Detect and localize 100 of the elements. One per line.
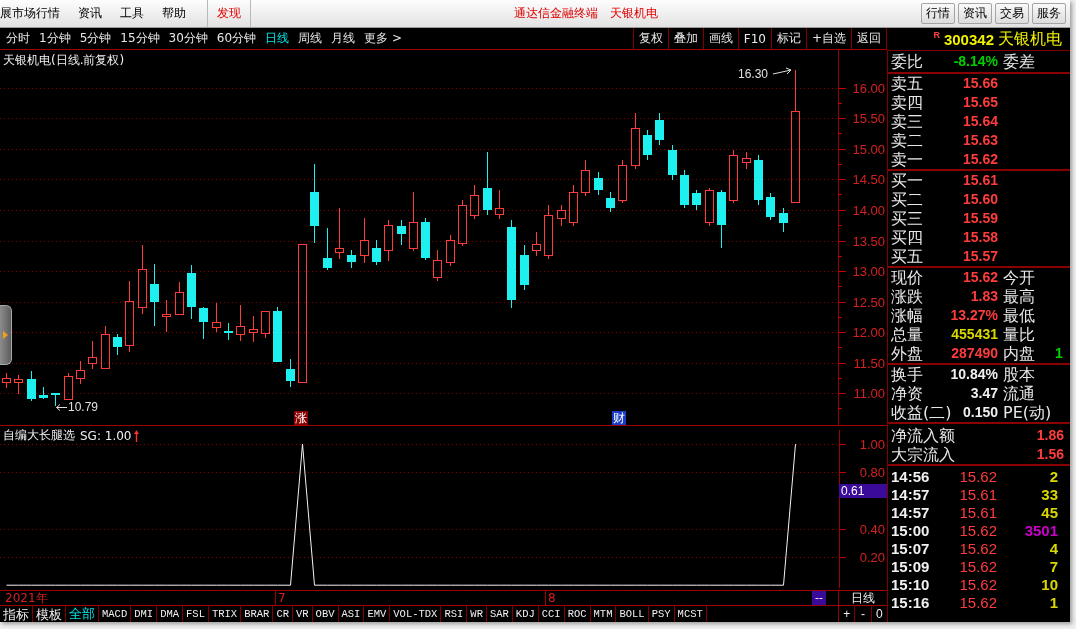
- quote-value: 0.150: [962, 403, 998, 422]
- indicator-tab[interactable]: VR: [293, 606, 313, 622]
- price-axis-label: 14.50: [852, 172, 885, 188]
- candlestick: [483, 151, 492, 216]
- candlestick: [557, 204, 566, 227]
- nav-button[interactable]: 交易: [995, 3, 1029, 24]
- quote-value: 10.84%: [950, 365, 998, 384]
- bid-label: 买三: [891, 209, 923, 228]
- event-marker[interactable]: 涨: [294, 411, 308, 425]
- menu-item[interactable]: 工具: [111, 0, 153, 27]
- period-tab[interactable]: 60分钟: [216, 30, 257, 47]
- quote-value: 1: [1055, 344, 1063, 363]
- menu-item[interactable]: 帮助: [153, 0, 195, 27]
- period-tab[interactable]: 月线: [331, 30, 356, 47]
- candlestick: [692, 189, 701, 211]
- indicator-tab[interactable]: KDJ: [512, 606, 539, 622]
- indicator-tab[interactable]: WR: [467, 606, 487, 622]
- indicator-tab[interactable]: CR: [273, 606, 293, 622]
- indicator-tab[interactable]: EMV: [364, 606, 391, 622]
- period-tab[interactable]: 分时: [6, 30, 30, 47]
- indicator-tab[interactable]: VOL-TDX: [390, 606, 442, 622]
- candlestick: [705, 187, 714, 227]
- candlestick: [64, 372, 73, 401]
- indicator-tab[interactable]: CCI: [538, 606, 565, 622]
- trade-time: 15:07: [891, 540, 930, 558]
- trade-time: 15:09: [891, 558, 930, 576]
- indicator-tab[interactable]: BOLL: [616, 606, 649, 622]
- quote-label: 量比: [1003, 325, 1035, 344]
- price-axis-label: 13.00: [852, 264, 885, 280]
- discover-tab[interactable]: 发现: [207, 0, 251, 27]
- quote-label: 最高: [1003, 287, 1035, 306]
- candlestick: [495, 189, 504, 220]
- indicator-tab[interactable]: SAR: [486, 606, 513, 622]
- period-tab[interactable]: 30分钟: [168, 30, 208, 47]
- indicator-tab[interactable]: MCST: [674, 606, 707, 622]
- indicator-tab[interactable]: MACD: [99, 606, 132, 622]
- menu-item[interactable]: 资讯: [69, 0, 111, 27]
- indicator-tab[interactable]: PSY: [648, 606, 675, 622]
- trade-price: 15.62: [959, 576, 997, 594]
- price-axis-label: 15.50: [852, 111, 885, 127]
- indicator-tab[interactable]: DMA: [157, 606, 184, 622]
- indicator-tab[interactable]: FSL: [183, 606, 209, 622]
- indicator-tab[interactable]: ASI: [338, 606, 365, 622]
- indicator-tab[interactable]: BRAR: [241, 606, 274, 622]
- indicator-tab[interactable]: ROC: [564, 606, 591, 622]
- ask-price: 15.66: [962, 74, 998, 93]
- quote-label: 流通: [1003, 384, 1035, 403]
- flow-value: 1.86: [1036, 426, 1064, 445]
- panel-toggle-button[interactable]: [0, 305, 12, 365]
- indicator-menu-button[interactable]: 模板: [33, 606, 66, 622]
- stock-title: 天银机电: [610, 5, 658, 22]
- period-tab[interactable]: 1分钟: [39, 30, 71, 47]
- indicator-menu-button[interactable]: 指标: [0, 606, 33, 622]
- candlestick: [544, 204, 553, 260]
- indicator-tab[interactable]: OBV: [312, 606, 339, 622]
- quote-label: 股本: [1003, 365, 1035, 384]
- indicator-tab[interactable]: MTM: [590, 606, 617, 622]
- indicator-tab[interactable]: DMI: [131, 606, 158, 622]
- candlestick: [323, 227, 332, 271]
- price-axis-label: 14.00: [852, 203, 885, 218]
- period-tab[interactable]: 5分钟: [79, 30, 112, 47]
- candlestick: [2, 372, 11, 389]
- indicator-tab[interactable]: TRIX: [208, 606, 242, 622]
- ask-price: 15.64: [962, 112, 998, 131]
- price-axis-label: 15.00: [852, 141, 885, 157]
- nav-button[interactable]: 行情: [921, 3, 955, 24]
- price-axis-label: 12.00: [852, 325, 885, 341]
- period-tab[interactable]: 更多 >: [364, 30, 402, 47]
- candlestick: [532, 231, 541, 257]
- quote-label: 涨跌: [891, 287, 923, 306]
- trade-time: 15:16: [891, 594, 930, 612]
- ask-label: 卖五: [891, 74, 923, 93]
- candlestick: [372, 239, 381, 266]
- indicator-tab[interactable]: RSI: [441, 606, 468, 622]
- trade-price: 15.61: [959, 504, 997, 522]
- nav-button[interactable]: 资讯: [958, 3, 992, 24]
- bid-label: 买五: [891, 247, 923, 266]
- candlestick: [581, 159, 590, 197]
- zoom-button[interactable]: -: [854, 606, 871, 622]
- margin-trading-label: R: [933, 30, 940, 40]
- period-tab[interactable]: 15分钟: [120, 30, 160, 47]
- nav-button[interactable]: 服务: [1032, 3, 1066, 24]
- quote-value: 455431: [951, 325, 998, 344]
- trade-time: 14:57: [891, 504, 930, 522]
- event-marker[interactable]: 财: [612, 411, 626, 425]
- trade-volume: 2: [1049, 468, 1058, 486]
- flow-label: 大宗流入: [891, 445, 955, 464]
- candlestick: [421, 217, 430, 261]
- trade-volume: 10: [1041, 576, 1058, 594]
- period-tab[interactable]: 日线: [265, 30, 290, 47]
- high-price-label: 16.30: [738, 67, 769, 81]
- quote-label: 总量: [891, 325, 923, 344]
- period-tab[interactable]: 周线: [298, 30, 323, 47]
- quote-value: 13.27%: [950, 306, 998, 325]
- candlestick: [779, 207, 788, 233]
- candlestick: [384, 219, 393, 262]
- indicator-tab[interactable]: 全部: [66, 606, 99, 622]
- quote-label: 现价: [891, 268, 923, 287]
- menu-item[interactable]: 展市场行情: [0, 0, 69, 27]
- candlestick: [470, 184, 479, 220]
